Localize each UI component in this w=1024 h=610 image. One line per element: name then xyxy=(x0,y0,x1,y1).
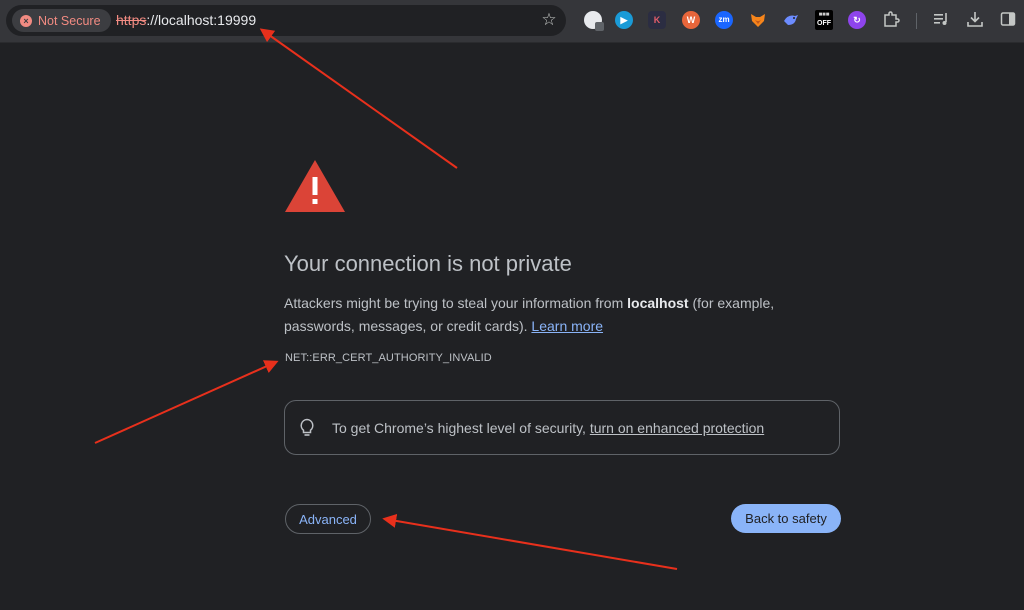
enhanced-protection-link[interactable]: turn on enhanced protection xyxy=(590,420,764,436)
reading-list-icon[interactable] xyxy=(931,10,951,30)
ext-purple-icon[interactable]: ↻ xyxy=(848,11,866,29)
error-code: NET::ERR_CERT_AUTHORITY_INVALID xyxy=(285,352,492,364)
back-to-safety-button[interactable]: Back to safety xyxy=(731,504,841,533)
main-message: Attackers might be trying to steal your … xyxy=(284,292,824,338)
side-panel-icon[interactable] xyxy=(998,10,1018,30)
ext-fox-icon[interactable] xyxy=(749,11,767,29)
toolbar-separator xyxy=(916,13,917,29)
address-bar[interactable]: × Not Secure https://localhost:19999 ☆ xyxy=(6,5,566,36)
advanced-button[interactable]: Advanced xyxy=(285,504,371,534)
lightbulb-icon xyxy=(299,418,315,438)
url-host: ://localhost:19999 xyxy=(146,12,257,28)
security-chip[interactable]: × Not Secure xyxy=(12,9,111,32)
ext-k-icon[interactable]: K xyxy=(648,11,666,29)
arrow-to-url xyxy=(259,28,458,169)
ext-cloud-icon[interactable] xyxy=(584,11,604,31)
host-name: localhost xyxy=(627,295,689,311)
ext-play-icon[interactable]: ▶ xyxy=(615,11,633,29)
browser-toolbar: × Not Secure https://localhost:19999 ☆ ▶… xyxy=(0,0,1024,43)
ext-off-badge-icon[interactable]: ■■■ OFF xyxy=(815,10,833,30)
warning-icon xyxy=(284,159,346,213)
message-text-before: Attackers might be trying to steal your … xyxy=(284,295,628,311)
ext-zm-icon[interactable]: zm xyxy=(715,11,733,29)
extensions-puzzle-icon[interactable] xyxy=(881,10,901,30)
error-x-icon: × xyxy=(20,14,32,27)
arrow-to-error-code xyxy=(94,360,279,444)
url-scheme: https xyxy=(116,12,147,28)
page-title: Your connection is not private xyxy=(284,251,572,276)
ext-wordpress-icon[interactable]: W xyxy=(682,11,700,29)
enhanced-prefix: To get Chrome’s highest level of securit… xyxy=(332,420,590,436)
arrow-to-advanced xyxy=(382,513,678,570)
star-icon[interactable]: ☆ xyxy=(540,11,558,29)
enhanced-protection-text: To get Chrome’s highest level of securit… xyxy=(332,420,764,436)
ext-bird-icon[interactable] xyxy=(782,11,800,29)
download-icon[interactable] xyxy=(965,10,985,30)
learn-more-link[interactable]: Learn more xyxy=(531,318,603,334)
url-text[interactable]: https://localhost:19999 xyxy=(116,12,256,28)
security-chip-label: Not Secure xyxy=(38,13,101,28)
enhanced-protection-box: To get Chrome’s highest level of securit… xyxy=(284,400,840,455)
